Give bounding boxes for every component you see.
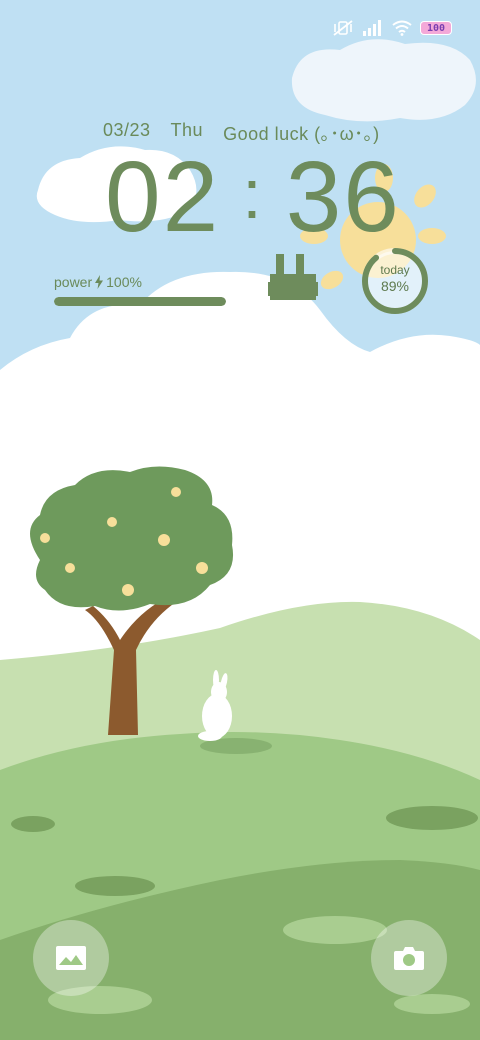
- pixel-bunny-icon: [268, 254, 318, 300]
- clock-hours: 02: [105, 141, 221, 253]
- battery-level: 100: [426, 22, 446, 34]
- today-widget: today 89%: [360, 246, 430, 316]
- power-percent: 100%: [106, 274, 142, 290]
- wifi-icon: [392, 20, 412, 36]
- status-bar: 100: [332, 14, 452, 42]
- power-bar-fill: [54, 297, 226, 306]
- gallery-shortcut-button[interactable]: [33, 920, 109, 996]
- lightning-icon: [95, 275, 104, 289]
- signal-icon: [363, 20, 381, 36]
- power-widget: power 100%: [54, 274, 142, 290]
- power-bar: [54, 297, 226, 306]
- camera-icon: [394, 947, 424, 970]
- clock[interactable]: 02 : 36: [105, 140, 401, 255]
- camera-shortcut-button[interactable]: [371, 920, 447, 996]
- today-label: today: [380, 263, 410, 277]
- today-value: 89%: [380, 278, 410, 294]
- vibrate-off-icon: [333, 20, 353, 36]
- clock-separator: :: [242, 154, 264, 233]
- gallery-icon: [56, 946, 86, 970]
- battery-icon: 100: [420, 21, 452, 35]
- clock-minutes: 36: [285, 141, 401, 253]
- power-label: power: [54, 274, 93, 290]
